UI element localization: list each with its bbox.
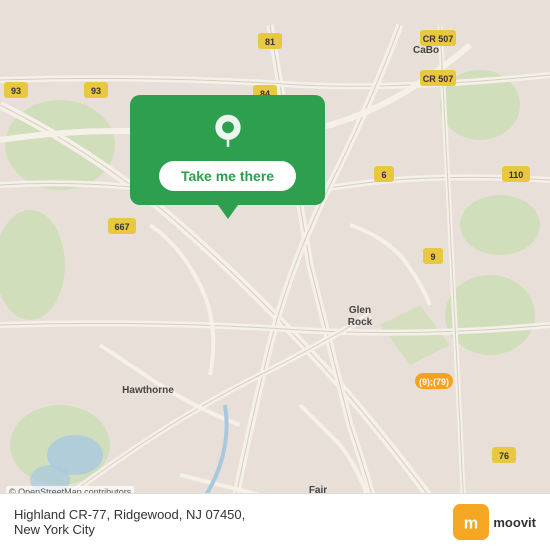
address-info: Highland CR-77, Ridgewood, NJ 07450, New… [14, 507, 245, 537]
svg-text:93: 93 [11, 86, 21, 96]
address-line: Highland CR-77, Ridgewood, NJ 07450, [14, 507, 245, 522]
svg-text:Rock: Rock [348, 317, 373, 328]
svg-text:m: m [464, 514, 478, 532]
city-line: New York City [14, 522, 245, 537]
svg-text:110: 110 [509, 170, 524, 180]
svg-text:CR 507: CR 507 [423, 34, 454, 44]
svg-text:667: 667 [114, 222, 129, 232]
moovit-logo: m moovit [453, 504, 536, 540]
svg-text:Glen: Glen [349, 305, 371, 316]
map-container: 81 93 93 84 CR 507 CR 507 6 667 9 110 (9… [0, 0, 550, 550]
moovit-text: moovit [493, 515, 536, 530]
take-me-there-button[interactable]: Take me there [159, 161, 296, 191]
svg-text:9: 9 [430, 252, 435, 262]
svg-text:6: 6 [381, 170, 386, 180]
svg-text:76: 76 [499, 451, 509, 461]
moovit-icon: m [453, 504, 489, 540]
svg-text:Hawthorne: Hawthorne [122, 385, 174, 396]
svg-text:93: 93 [91, 86, 101, 96]
svg-text:81: 81 [265, 37, 275, 47]
svg-text:CR 507: CR 507 [423, 74, 454, 84]
location-pin-icon [209, 113, 247, 151]
popup-card: Take me there [130, 95, 325, 205]
svg-text:(9);(79): (9);(79) [419, 377, 449, 387]
bottom-bar: Highland CR-77, Ridgewood, NJ 07450, New… [0, 493, 550, 550]
svg-text:CaBo: CaBo [413, 45, 439, 56]
